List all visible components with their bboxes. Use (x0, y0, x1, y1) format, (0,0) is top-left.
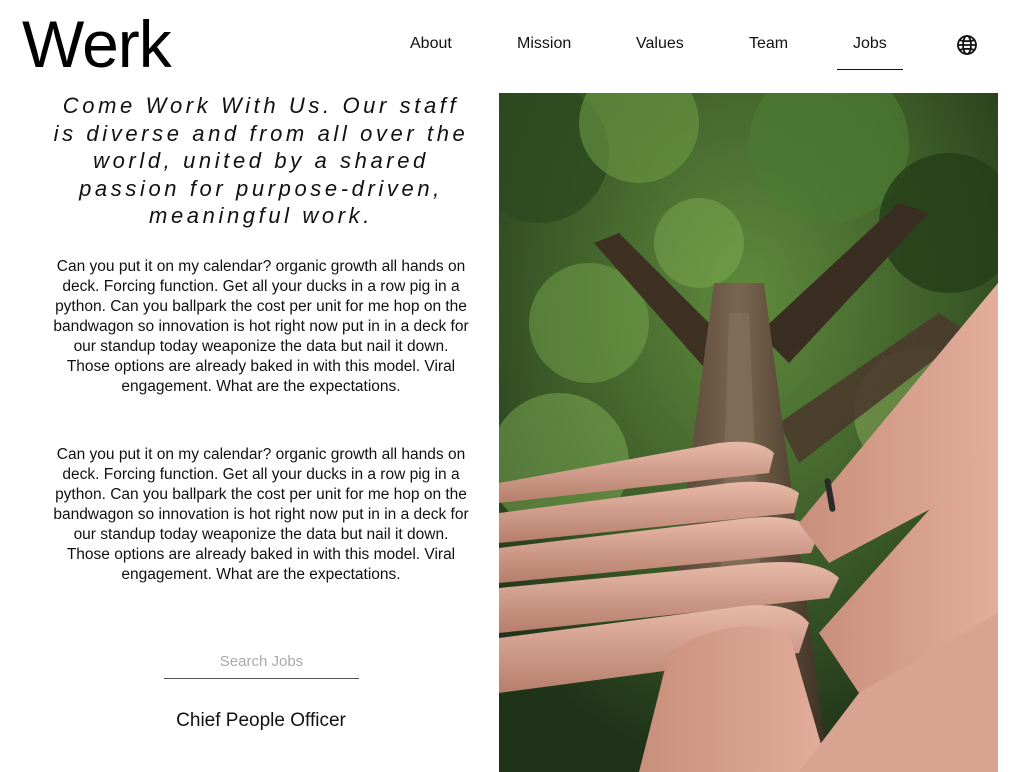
page-headline: Come Work With Us. Our staff is diverse … (53, 93, 469, 228)
nav-mission[interactable]: Mission (517, 28, 571, 60)
intro-paragraph: Can you put it on my calendar? organic g… (53, 257, 469, 395)
intro-paragraph: Can you put it on my calendar? organic g… (53, 445, 469, 583)
logo[interactable]: Werk (22, 4, 172, 84)
hero-image-hands-on-tree (499, 93, 998, 772)
nav-values[interactable]: Values (636, 28, 684, 60)
globe-icon[interactable] (956, 34, 978, 56)
job-listing-item[interactable]: Chief People Officer (120, 709, 402, 733)
nav-jobs[interactable]: Jobs (837, 28, 903, 70)
search-field (164, 646, 359, 679)
nav-about[interactable]: About (410, 28, 452, 60)
jobs-intro: Come Work With Us. Our staff is diverse … (40, 92, 482, 585)
search-jobs-input[interactable] (164, 646, 359, 676)
page: Werk About Mission Values Team Jobs Come… (0, 0, 1022, 772)
nav-team[interactable]: Team (749, 28, 788, 60)
